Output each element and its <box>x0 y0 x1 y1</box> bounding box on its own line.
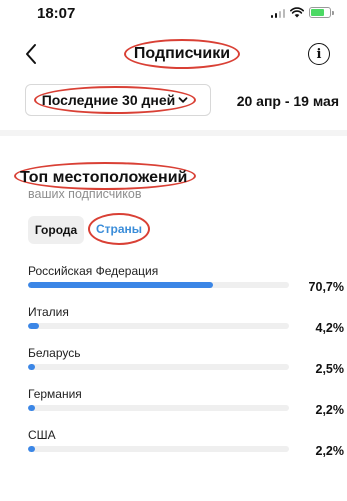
section-title-annotation: Топ местоположений <box>14 162 196 190</box>
section-subtitle: ваших подписчиков <box>28 187 142 201</box>
section-title: Топ местоположений <box>20 169 188 186</box>
locations-list: Российская Федерация 70,7% Италия 4,2% Б… <box>28 264 344 469</box>
back-chevron-icon[interactable] <box>20 40 44 68</box>
tab-cities[interactable]: Города <box>28 216 84 244</box>
location-name: США <box>28 428 56 442</box>
location-bar-track <box>28 446 289 452</box>
location-item: Италия 4,2% <box>28 305 344 346</box>
location-bar-fill <box>28 282 213 288</box>
location-item: Беларусь 2,5% <box>28 346 344 387</box>
location-name: Российская Федерация <box>28 264 159 278</box>
location-percent: 2,2% <box>315 444 345 458</box>
signal-icon <box>270 8 285 18</box>
location-item: США 2,2% <box>28 428 344 469</box>
date-range-row: Последние 30 дней 20 апр - 19 мая <box>0 84 347 118</box>
wifi-icon <box>290 7 304 18</box>
page-title: Подписчики <box>133 45 231 62</box>
location-bar-track <box>28 405 289 411</box>
location-percent: 4,2% <box>315 321 345 335</box>
location-item: Российская Федерация 70,7% <box>28 264 344 305</box>
location-bar-fill <box>28 323 39 329</box>
date-range-dates: 20 апр - 19 мая <box>236 93 339 109</box>
top-nav: Подписчики i <box>0 34 347 74</box>
date-range-dropdown[interactable]: Последние 30 дней <box>25 84 211 116</box>
location-percent: 2,5% <box>315 362 345 376</box>
chevron-down-icon <box>178 97 188 103</box>
location-bar-track <box>28 323 289 329</box>
location-bar-fill <box>28 364 35 370</box>
tab-countries-label: Страны <box>95 222 143 236</box>
location-bar-fill <box>28 446 35 452</box>
location-name: Италия <box>28 305 69 319</box>
status-time: 18:07 <box>37 5 76 22</box>
status-bar: 18:07 <box>0 0 347 28</box>
tab-countries[interactable]: Страны <box>88 213 150 245</box>
location-bar-track <box>28 364 289 370</box>
battery-icon <box>309 7 334 18</box>
date-range-label: Последние 30 дней <box>41 92 176 108</box>
location-name: Германия <box>28 387 82 401</box>
tab-cities-label: Города <box>34 223 78 237</box>
location-bar-track <box>28 282 289 288</box>
location-name: Беларусь <box>28 346 81 360</box>
status-icons <box>270 7 334 18</box>
location-item: Германия 2,2% <box>28 387 344 428</box>
location-bar-fill <box>28 405 35 411</box>
info-icon[interactable]: i <box>308 43 330 65</box>
section-divider <box>0 130 347 136</box>
page-title-annotation: Подписчики <box>124 39 240 69</box>
location-percent: 2,2% <box>315 403 345 417</box>
date-range-annotation: Последние 30 дней <box>34 86 196 114</box>
location-percent: 70,7% <box>308 280 344 294</box>
